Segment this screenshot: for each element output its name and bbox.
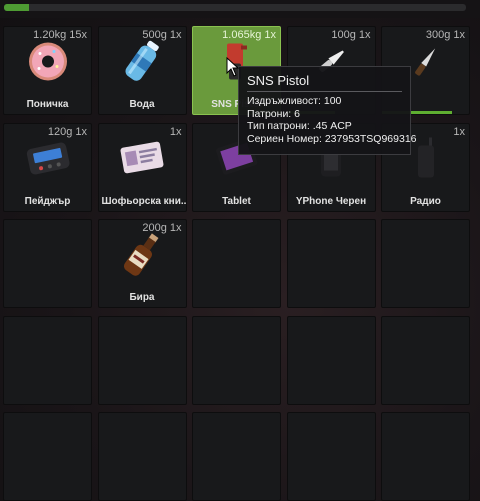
- drivers-license-icon: [118, 140, 166, 181]
- pager-icon: [25, 138, 71, 183]
- tooltip-title: SNS Pistol: [247, 73, 402, 92]
- slot-label: Бира: [129, 292, 155, 303]
- inventory-slot-empty[interactable]: [286, 219, 376, 308]
- slot-label: Tablet: [222, 195, 251, 207]
- blade-icon: [406, 41, 446, 86]
- tooltip-line: Патрони: 6: [247, 107, 300, 120]
- beer-bottle-icon: [122, 230, 162, 283]
- tooltip-line: Сериен Номер: 237953TSQ969316: [247, 132, 417, 145]
- inventory-slot[interactable]: 1x Шофьорска кни...: [97, 122, 187, 212]
- inventory-slot[interactable]: 1.20kg 15x Поничка: [3, 26, 92, 115]
- slot-weight-count: 300g 1x: [425, 29, 465, 41]
- inventory-slot-empty[interactable]: [3, 412, 92, 501]
- tooltip-line: Тип патрони: .45 ACP: [247, 120, 352, 132]
- inventory-slot-empty[interactable]: [97, 315, 187, 405]
- slot-label: Пейджър: [24, 195, 71, 207]
- inventory-slot-empty[interactable]: [192, 315, 281, 405]
- inventory-slot-empty[interactable]: [381, 219, 470, 308]
- slot-label: YPhone Черен: [295, 195, 367, 207]
- slot-weight-count: 100g 1x: [331, 29, 371, 41]
- inventory-slot[interactable]: 120g 1x Пейджър: [3, 122, 92, 212]
- inventory-slot-empty[interactable]: [381, 412, 470, 501]
- slot-label: Шофьорска кни...: [101, 195, 186, 207]
- inventory-slot-empty[interactable]: [192, 412, 281, 501]
- slot-weight-count: 120g 1x: [47, 125, 87, 138]
- slot-weight-count: 1x: [169, 125, 182, 138]
- inventory-slot-empty[interactable]: [97, 412, 187, 501]
- inventory-slot-empty[interactable]: [286, 412, 376, 501]
- inventory-slot-empty[interactable]: [3, 315, 92, 405]
- top-bar: [0, 0, 480, 18]
- weight-progress-bar: [4, 4, 466, 11]
- weight-progress-fill: [4, 4, 30, 11]
- mouse-cursor-icon: [226, 57, 240, 77]
- item-tooltip: SNS Pistol Издръжливост: 100 Патрони: 6 …: [238, 66, 417, 155]
- tooltip-line: Издръжливост: 100: [247, 95, 342, 107]
- slot-label: Поничка: [26, 99, 69, 110]
- inventory-slot-empty[interactable]: [192, 219, 281, 308]
- water-bottle-icon: [120, 37, 164, 90]
- donut-icon: [26, 39, 70, 88]
- inventory-slot[interactable]: 500g 1x Вода: [97, 26, 187, 115]
- inventory-slot-empty[interactable]: [381, 315, 470, 405]
- inventory-slot-empty[interactable]: [3, 219, 92, 308]
- slot-label: Радио: [410, 195, 441, 207]
- slot-label: Вода: [129, 99, 155, 110]
- slot-weight-count: 1x: [453, 125, 465, 138]
- inventory-slot-empty[interactable]: [286, 315, 376, 405]
- inventory-slot[interactable]: 200g 1x Бира: [97, 219, 187, 308]
